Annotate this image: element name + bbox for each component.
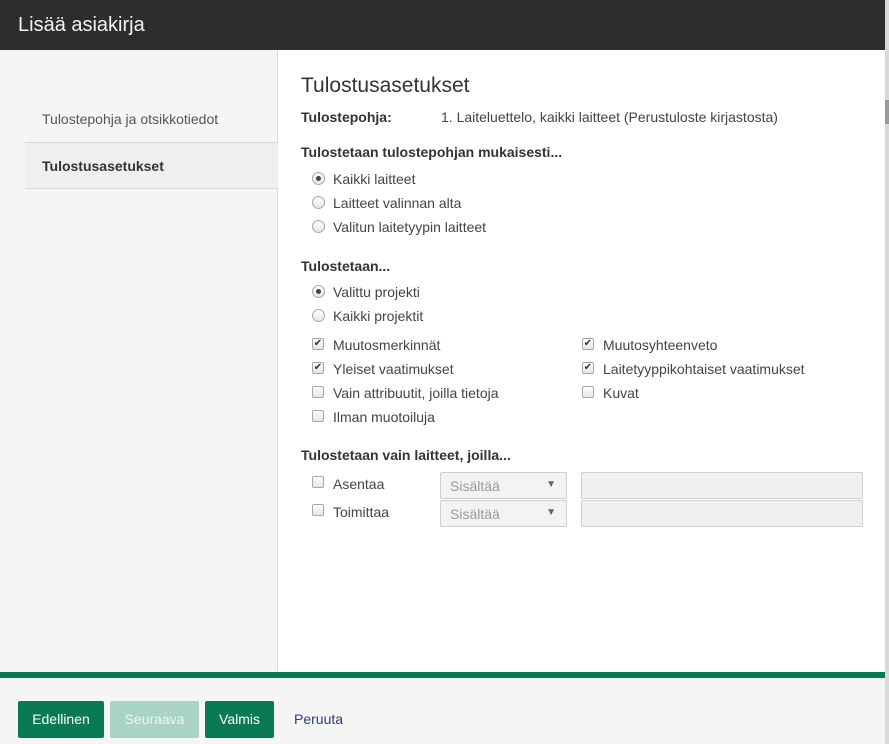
radio-devices-under-selection[interactable] bbox=[312, 196, 325, 209]
dialog-titlebar: Lisää asiakirja bbox=[0, 0, 885, 50]
radio-all-projects[interactable] bbox=[312, 309, 325, 322]
select-value: Sisältää bbox=[450, 506, 500, 522]
wizard-sidebar: Tulostepohja ja otsikkotiedot Tulostusas… bbox=[0, 50, 278, 672]
scrollbar-thumb[interactable] bbox=[885, 100, 889, 124]
caret-down-icon: ▼ bbox=[546, 479, 556, 490]
supplier-operator-select[interactable]: Sisältää ▼ bbox=[440, 500, 567, 527]
sidebar-item-label: Tulostepohja ja otsikkotiedot bbox=[42, 111, 219, 127]
checkbox-label: Kuvat bbox=[603, 385, 639, 401]
checkbox-change-summary[interactable]: ✔ bbox=[582, 338, 594, 350]
checkbox-general-requirements[interactable]: ✔ bbox=[312, 362, 324, 374]
radio-label: Valittu projekti bbox=[333, 284, 420, 300]
radio-label: Kaikki laitteet bbox=[333, 171, 416, 187]
radio-label: Kaikki projektit bbox=[333, 308, 424, 324]
template-label: Tulostepohja: bbox=[301, 109, 392, 125]
radio-selected-project[interactable] bbox=[312, 285, 325, 298]
finish-button[interactable]: Valmis bbox=[205, 701, 274, 738]
radio-label: Valitun laitetyypin laitteet bbox=[333, 219, 487, 235]
checkbox-label: Vain attribuutit, joilla tietoja bbox=[333, 385, 499, 401]
sidebar-item-template-and-header[interactable]: Tulostepohja ja otsikkotiedot bbox=[25, 96, 278, 143]
filter-label: Asentaa bbox=[333, 476, 385, 492]
checkbox-images[interactable] bbox=[582, 386, 594, 398]
checkbox-filter-installer[interactable] bbox=[312, 476, 324, 488]
section-print-by-template-title: Tulostetaan tulostepohjan mukaisesti... bbox=[301, 144, 563, 160]
installer-value-input[interactable] bbox=[581, 472, 863, 499]
page-title: Tulostusasetukset bbox=[301, 74, 470, 97]
installer-operator-select[interactable]: Sisältää ▼ bbox=[440, 472, 567, 499]
next-button[interactable]: Seuraava bbox=[110, 701, 199, 738]
previous-button[interactable]: Edellinen bbox=[18, 701, 104, 738]
caret-down-icon: ▼ bbox=[546, 507, 556, 518]
section-device-filter-title: Tulostetaan vain laitteet, joilla... bbox=[301, 447, 511, 463]
checkbox-label: Muutosyhteenveto bbox=[603, 337, 718, 353]
scrollbar-track[interactable] bbox=[885, 0, 889, 744]
checkbox-label: Muutosmerkinnät bbox=[333, 337, 441, 353]
filter-label: Toimittaa bbox=[333, 504, 390, 520]
select-value: Sisältää bbox=[450, 478, 500, 494]
sidebar-item-print-settings[interactable]: Tulostusasetukset bbox=[25, 142, 278, 189]
checkbox-label: Yleiset vaatimukset bbox=[333, 361, 454, 377]
print-settings-panel: Tulostusasetukset Tulostepohja: 1. Laite… bbox=[279, 50, 885, 672]
dialog-footer: Edellinen Seuraava Valmis Peruuta bbox=[0, 672, 885, 744]
radio-label: Laitteet valinnan alta bbox=[333, 195, 462, 211]
radio-selected-device-type[interactable] bbox=[312, 220, 325, 233]
checkbox-filter-supplier[interactable] bbox=[312, 504, 324, 516]
checkbox-label: Laitetyyppikohtaiset vaatimukset bbox=[603, 361, 805, 377]
checkbox-device-type-requirements[interactable]: ✔ bbox=[582, 362, 594, 374]
radio-all-devices[interactable] bbox=[312, 172, 325, 185]
section-print-scope-title: Tulostetaan... bbox=[301, 258, 391, 274]
cancel-link[interactable]: Peruuta bbox=[294, 711, 343, 727]
checkbox-no-formatting[interactable] bbox=[312, 410, 324, 422]
checkbox-label: Ilman muotoiluja bbox=[333, 409, 435, 425]
dialog-title: Lisää asiakirja bbox=[18, 14, 145, 36]
sidebar-item-label: Tulostusasetukset bbox=[42, 158, 164, 174]
checkbox-change-markings[interactable]: ✔ bbox=[312, 338, 324, 350]
supplier-value-input[interactable] bbox=[581, 500, 863, 527]
checkbox-only-filled-attributes[interactable] bbox=[312, 386, 324, 398]
add-document-dialog: Lisää asiakirja Tulostepohja ja otsikkot… bbox=[0, 0, 885, 744]
template-value: 1. Laiteluettelo, kaikki laitteet (Perus… bbox=[441, 109, 778, 125]
